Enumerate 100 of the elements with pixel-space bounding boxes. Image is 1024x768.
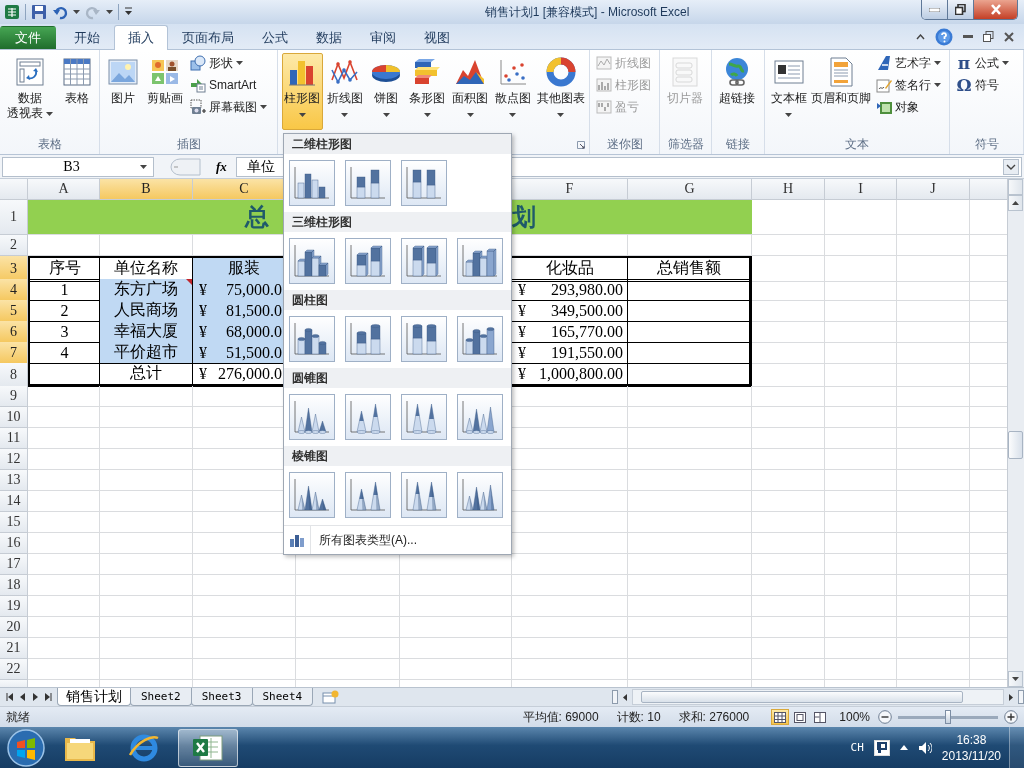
file-tab[interactable]: 文件 bbox=[0, 26, 56, 49]
column-header[interactable]: G bbox=[628, 179, 752, 200]
ribbon-button[interactable]: 页眉和页脚 bbox=[810, 53, 872, 109]
start-button-icon[interactable] bbox=[6, 727, 46, 768]
row-header[interactable]: 22 bbox=[0, 659, 28, 680]
chart-type-thumbnail[interactable] bbox=[289, 472, 335, 518]
row-header[interactable]: 11 bbox=[0, 428, 28, 449]
ribbon-tab[interactable]: 视图 bbox=[410, 26, 464, 49]
input-method-icon[interactable] bbox=[873, 739, 890, 756]
sheet-tab[interactable]: Sheet3 bbox=[190, 688, 253, 706]
column-header[interactable]: B bbox=[100, 179, 193, 200]
row-header[interactable]: 10 bbox=[0, 407, 28, 428]
help-icon[interactable] bbox=[935, 27, 953, 46]
ribbon-button[interactable]: 饼图 bbox=[367, 53, 406, 120]
ribbon-button[interactable]: 超链接 bbox=[716, 53, 758, 109]
save-icon[interactable] bbox=[31, 4, 47, 20]
close-icon[interactable] bbox=[1004, 31, 1014, 42]
chart-type-thumbnail[interactable] bbox=[345, 316, 391, 362]
chart-type-thumbnail[interactable] bbox=[289, 238, 335, 284]
ribbon-tab[interactable]: 页面布局 bbox=[168, 26, 248, 49]
ribbon-tab[interactable]: 数据 bbox=[302, 26, 356, 49]
ribbon-button[interactable]: 剪贴画 bbox=[144, 53, 186, 109]
chart-type-thumbnail[interactable] bbox=[289, 160, 335, 206]
row-header[interactable]: 13 bbox=[0, 470, 28, 491]
ribbon-tab[interactable]: 开始 bbox=[60, 26, 114, 49]
row-header[interactable]: 14 bbox=[0, 491, 28, 512]
ribbon-button[interactable]: 面积图 bbox=[449, 53, 491, 120]
chart-type-thumbnail[interactable] bbox=[345, 394, 391, 440]
row-header[interactable]: 21 bbox=[0, 638, 28, 659]
row-header[interactable]: 5 bbox=[0, 300, 28, 322]
chart-type-thumbnail[interactable] bbox=[457, 472, 503, 518]
insert-function-button[interactable]: fx bbox=[216, 158, 236, 175]
column-header[interactable]: A bbox=[28, 179, 100, 200]
ribbon-button[interactable]: 签名行 bbox=[874, 75, 943, 95]
expand-icon[interactable] bbox=[1003, 158, 1019, 175]
row-header[interactable]: 6 bbox=[0, 321, 28, 343]
scroll-thumb[interactable] bbox=[641, 691, 963, 703]
split-handle-icon[interactable] bbox=[612, 690, 618, 704]
zoom-in-icon[interactable] bbox=[1004, 710, 1018, 724]
ribbon-tab[interactable]: 插入 bbox=[114, 25, 168, 50]
row-header[interactable]: 1 bbox=[0, 200, 28, 235]
ribbon-tab[interactable]: 公式 bbox=[248, 26, 302, 49]
chart-type-thumbnail[interactable] bbox=[401, 472, 447, 518]
column-header[interactable]: J bbox=[897, 179, 970, 200]
restore-icon[interactable] bbox=[983, 31, 994, 42]
taskbar-button[interactable] bbox=[178, 728, 238, 767]
chart-type-thumbnail[interactable] bbox=[457, 394, 503, 440]
ribbon-button[interactable]: 形状 bbox=[188, 53, 269, 73]
ribbon-button[interactable]: 屏幕截图 bbox=[188, 97, 269, 117]
column-header[interactable]: F bbox=[512, 179, 628, 200]
last-sheet-icon[interactable] bbox=[45, 693, 52, 701]
close-button[interactable] bbox=[974, 0, 1017, 19]
row-header[interactable]: 20 bbox=[0, 617, 28, 638]
scroll-thumb[interactable] bbox=[1008, 431, 1023, 459]
minimize-icon[interactable] bbox=[963, 34, 973, 39]
row-header[interactable]: 9 bbox=[0, 386, 28, 407]
previous-sheet-icon[interactable] bbox=[19, 693, 26, 701]
undo-icon[interactable] bbox=[52, 4, 68, 20]
column-header[interactable]: H bbox=[752, 179, 825, 200]
chart-type-thumbnail[interactable] bbox=[401, 238, 447, 284]
chart-type-thumbnail[interactable] bbox=[401, 160, 447, 206]
scroll-down-button[interactable] bbox=[1008, 671, 1023, 687]
ribbon-button[interactable]: 文本框 bbox=[769, 53, 809, 120]
column-header[interactable]: I bbox=[825, 179, 897, 200]
row-header[interactable]: 8 bbox=[0, 363, 28, 387]
ribbon-button[interactable]: 条形图 bbox=[407, 53, 448, 120]
ribbon-button[interactable]: 艺术字 bbox=[874, 53, 943, 73]
restore-button[interactable] bbox=[948, 0, 974, 19]
sheet-tab[interactable]: 销售计划 bbox=[57, 688, 131, 706]
row-header[interactable]: 4 bbox=[0, 279, 28, 301]
ribbon-button[interactable]: π 公式 bbox=[954, 53, 1011, 73]
split-handle-icon[interactable] bbox=[1018, 690, 1024, 704]
speaker-icon[interactable] bbox=[917, 740, 932, 755]
row-header[interactable]: 12 bbox=[0, 449, 28, 470]
chart-type-thumbnail[interactable] bbox=[401, 394, 447, 440]
chart-type-thumbnail[interactable] bbox=[345, 160, 391, 206]
row-header[interactable]: 15 bbox=[0, 512, 28, 533]
zoom-slider-thumb[interactable] bbox=[945, 709, 951, 724]
chart-type-thumbnail[interactable] bbox=[457, 316, 503, 362]
chart-type-thumbnail[interactable] bbox=[345, 238, 391, 284]
next-sheet-icon[interactable] bbox=[32, 693, 39, 701]
dialog-launcher-icon[interactable] bbox=[577, 141, 585, 149]
chart-type-thumbnail[interactable] bbox=[289, 316, 335, 362]
ribbon-button[interactable]: Ω 符号 bbox=[954, 75, 1011, 95]
row-header[interactable]: 17 bbox=[0, 554, 28, 575]
ribbon-button[interactable]: 散点图 bbox=[492, 53, 533, 120]
show-hidden-icons-icon[interactable] bbox=[899, 745, 908, 750]
first-sheet-icon[interactable] bbox=[6, 693, 13, 701]
all-chart-types-item[interactable]: 所有图表类型(A)... bbox=[284, 525, 511, 554]
customize-toolbar-icon[interactable] bbox=[124, 7, 133, 17]
ribbon-button[interactable]: 折线图 bbox=[324, 53, 366, 120]
row-header[interactable]: 19 bbox=[0, 596, 28, 617]
row-header[interactable]: 16 bbox=[0, 533, 28, 554]
ribbon-button[interactable]: 图片 bbox=[104, 53, 142, 109]
sheet-tab[interactable]: Sheet2 bbox=[130, 688, 192, 706]
row-header[interactable]: 3 bbox=[0, 256, 28, 282]
spreadsheet-logo-icon[interactable] bbox=[4, 4, 20, 20]
scroll-up-button[interactable] bbox=[1008, 195, 1023, 211]
chart-type-thumbnail[interactable] bbox=[401, 316, 447, 362]
ribbon-button[interactable]: 表格 bbox=[58, 53, 96, 109]
